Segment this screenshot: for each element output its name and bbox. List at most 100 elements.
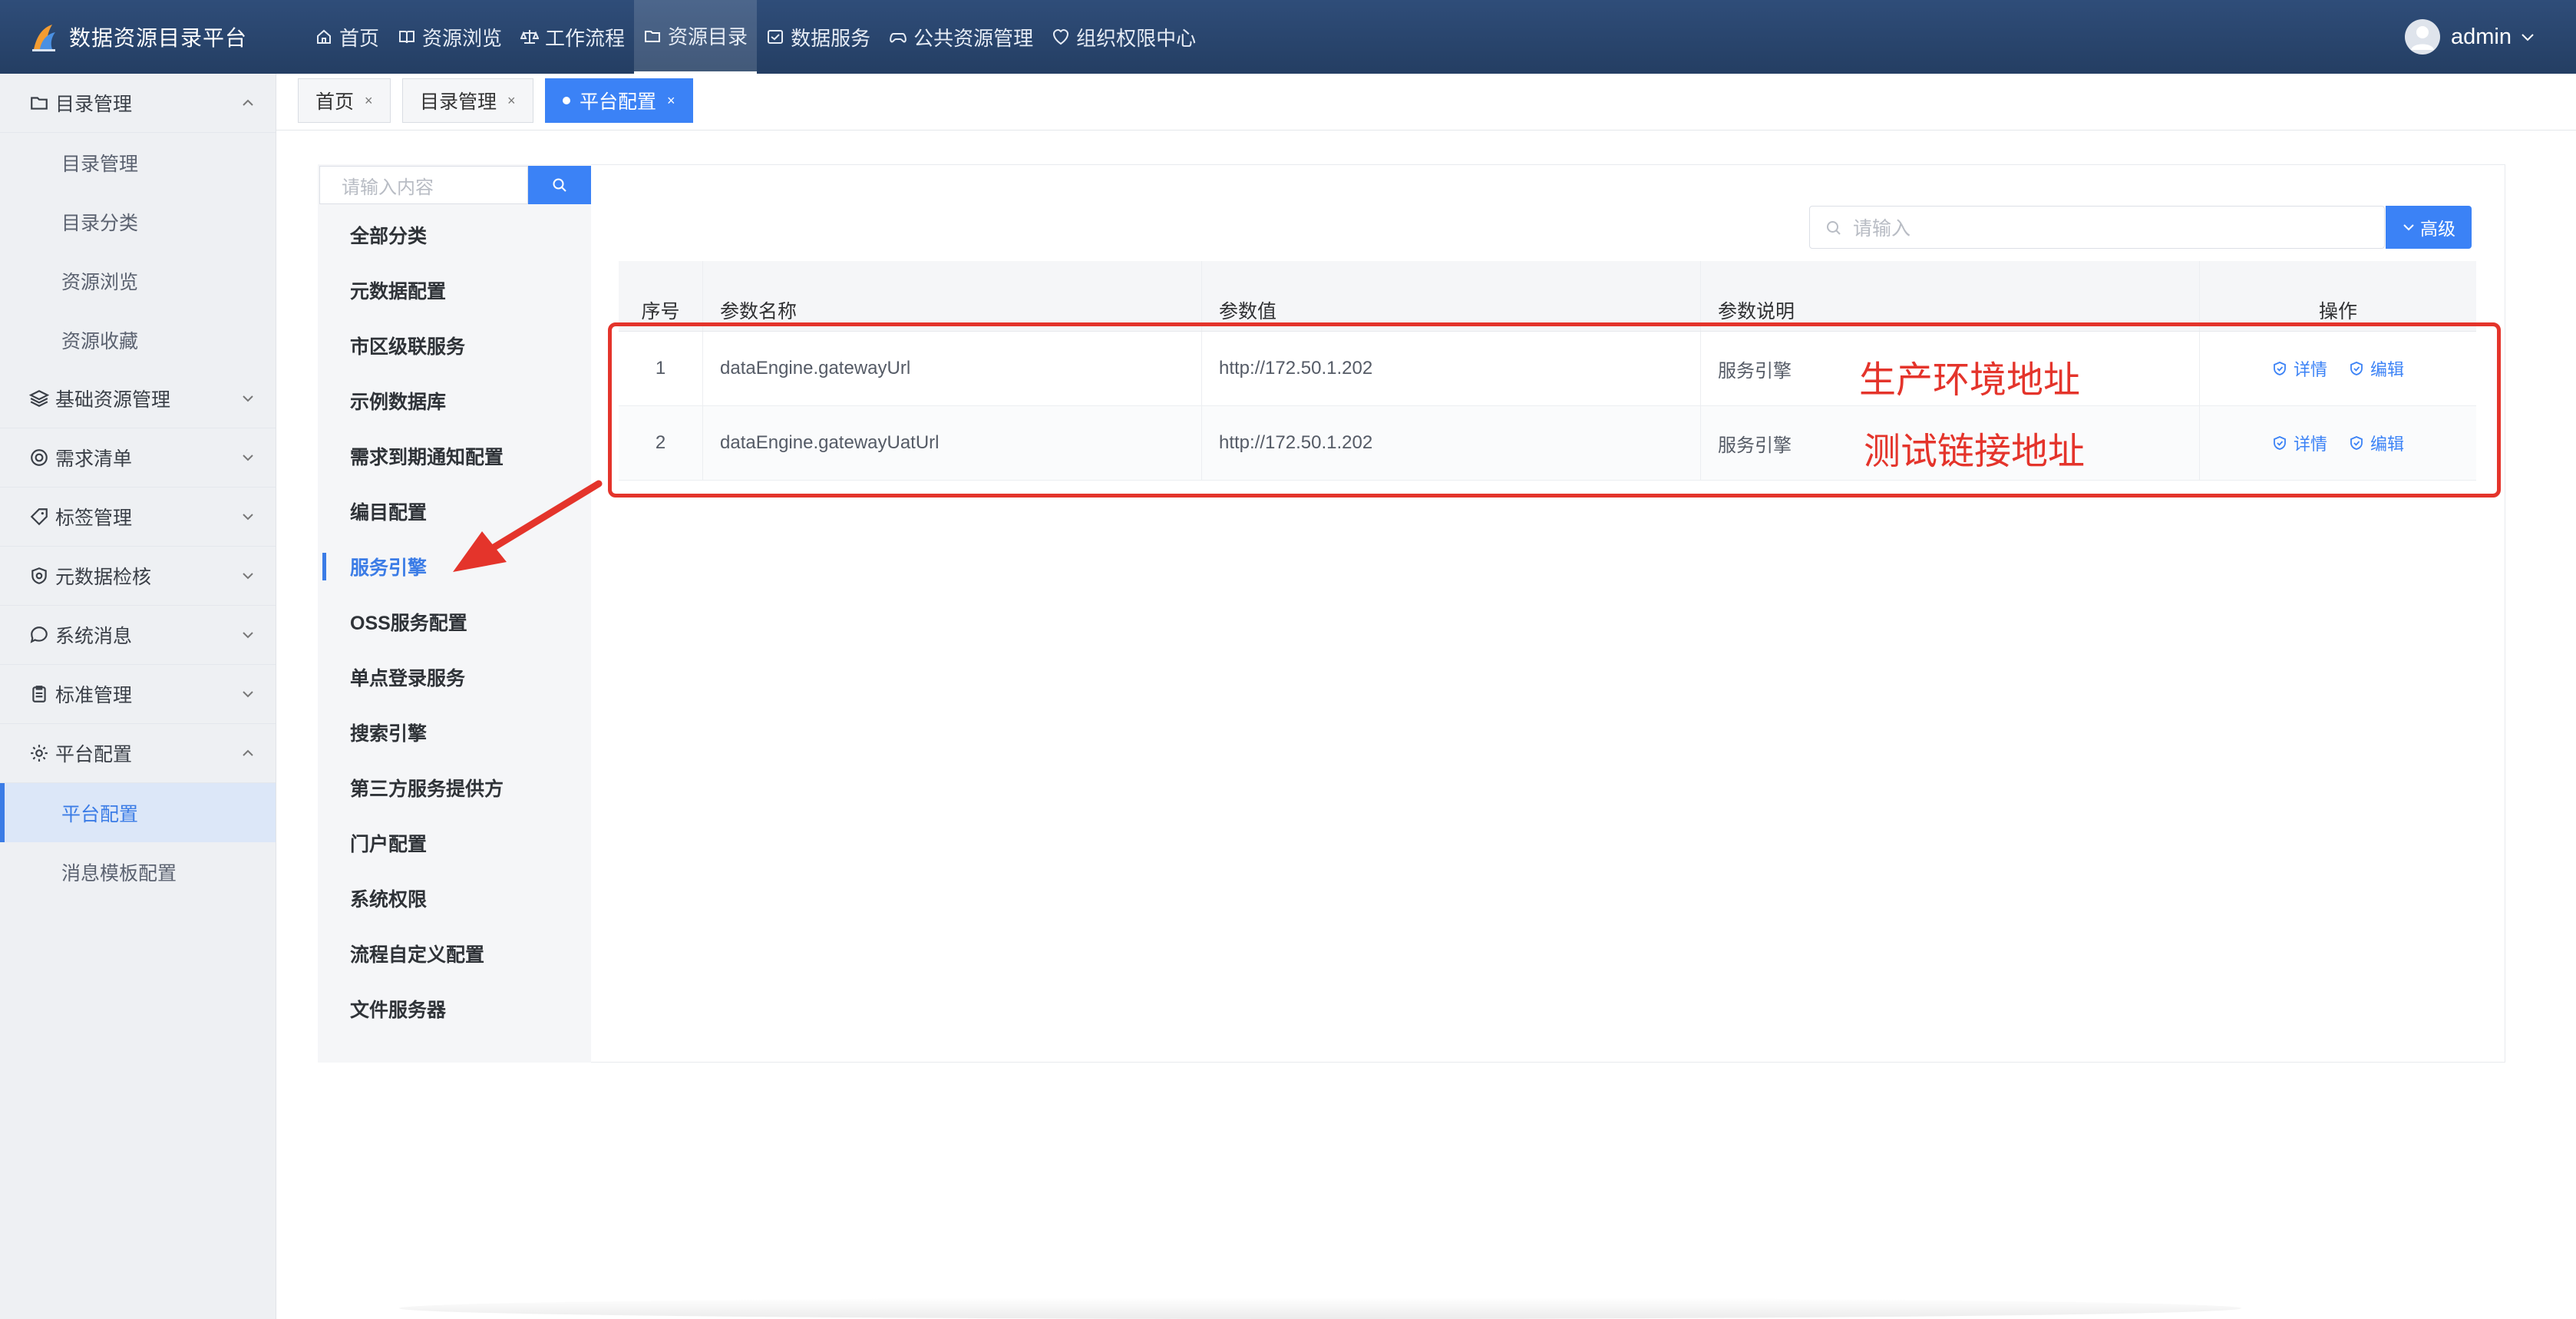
chevron-down-icon bbox=[243, 514, 253, 521]
category-item[interactable]: 元数据配置 bbox=[318, 263, 591, 318]
checkbox-icon bbox=[768, 30, 784, 44]
header-param-value: 参数值 bbox=[1202, 261, 1701, 331]
nav-resource-browse-label: 资源浏览 bbox=[422, 26, 503, 50]
chevron-down-icon bbox=[243, 573, 253, 580]
sidebar-group-tags[interactable]: 标签管理 bbox=[0, 488, 276, 547]
sidebar-group-demand[interactable]: 需求清单 bbox=[0, 428, 276, 488]
sidebar-group-catalog[interactable]: 目录管理 bbox=[0, 74, 276, 133]
search-icon bbox=[1827, 221, 1841, 235]
shield-icon bbox=[31, 567, 47, 584]
sidebar: 目录管理 目录管理 目录分类 资源浏览 资源收藏 基础资源管理 需求清单 标签管… bbox=[0, 74, 276, 1319]
sidebar-item-platform-config[interactable]: 平台配置 bbox=[0, 783, 276, 842]
chevron-down-icon bbox=[2403, 224, 2414, 231]
tab-label: 平台配置 bbox=[580, 91, 657, 113]
category-item[interactable]: 全部分类 bbox=[318, 207, 591, 263]
app-title: 数据资源目录平台 bbox=[69, 26, 248, 50]
advanced-label: 高级 bbox=[2420, 219, 2455, 239]
category-item[interactable]: 文件服务器 bbox=[318, 981, 591, 1036]
nav-workflow[interactable]: 工作流程 bbox=[511, 0, 634, 74]
category-item[interactable]: 市区级联服务 bbox=[318, 318, 591, 373]
gear-icon bbox=[31, 745, 48, 762]
category-item[interactable]: 搜索引擎 bbox=[318, 705, 591, 760]
header-param-desc: 参数说明 bbox=[1701, 261, 2200, 331]
brand[interactable]: 数据资源目录平台 bbox=[0, 0, 292, 74]
category-search-button[interactable] bbox=[528, 166, 591, 204]
category-item[interactable]: 示例数据库 bbox=[318, 373, 591, 428]
scale-icon bbox=[520, 30, 540, 44]
nav-resource-catalog[interactable]: 资源目录 bbox=[634, 0, 758, 74]
chevron-down-icon bbox=[243, 691, 253, 698]
category-item[interactable]: 流程自定义配置 bbox=[318, 926, 591, 981]
tab-label: 首页 bbox=[315, 91, 355, 113]
top-navigation-bar: 数据资源目录平台 首页 资源浏览 工作流程 资源目录 数据服务 公共资源管理 组… bbox=[0, 0, 2576, 74]
nav-org-permission-label: 组织权限中心 bbox=[1076, 26, 1197, 50]
chevron-down-icon bbox=[243, 395, 253, 402]
sidebar-group-label: 平台配置 bbox=[55, 744, 133, 765]
bottom-shadow bbox=[399, 1298, 2241, 1319]
close-icon[interactable]: × bbox=[507, 93, 516, 109]
category-item[interactable]: 门户配置 bbox=[318, 815, 591, 871]
heart-shield-icon bbox=[1053, 28, 1069, 45]
nav-org-permission[interactable]: 组织权限中心 bbox=[1042, 0, 1205, 74]
top-nav: 首页 资源浏览 工作流程 资源目录 数据服务 公共资源管理 组织权限中心 bbox=[305, 0, 1205, 74]
category-item[interactable]: OSS服务配置 bbox=[318, 594, 591, 650]
annotation-label-production: 生产环境地址 bbox=[1859, 359, 2081, 402]
user-avatar-icon bbox=[2411, 26, 2434, 50]
sidebar-group-label: 标签管理 bbox=[55, 507, 133, 529]
chat-bubble-icon bbox=[30, 626, 48, 643]
nav-home[interactable]: 首页 bbox=[305, 0, 388, 74]
header-actions: 操作 bbox=[2318, 300, 2357, 322]
home-icon bbox=[317, 29, 331, 44]
folder-icon bbox=[31, 97, 48, 110]
advanced-search-button[interactable]: 高级 bbox=[2386, 206, 2472, 249]
app-logo-icon bbox=[32, 25, 55, 51]
annotation-label-test: 测试链接地址 bbox=[1864, 430, 2086, 473]
nav-public-resource-label: 公共资源管理 bbox=[913, 26, 1034, 50]
sidebar-item-resource-favorite[interactable]: 资源收藏 bbox=[0, 310, 276, 369]
tab-catalog-manage[interactable]: 目录管理 × bbox=[402, 78, 533, 123]
sidebar-group-standard[interactable]: 标准管理 bbox=[0, 665, 276, 724]
sidebar-group-label: 元数据检核 bbox=[55, 567, 152, 588]
nav-public-resource[interactable]: 公共资源管理 bbox=[880, 0, 1042, 74]
sidebar-item-resource-browse[interactable]: 资源浏览 bbox=[0, 251, 276, 310]
active-dot-icon bbox=[563, 97, 570, 104]
header-index: 序号 bbox=[619, 261, 703, 331]
category-item[interactable]: 系统权限 bbox=[318, 871, 591, 926]
close-icon[interactable]: × bbox=[667, 93, 675, 109]
sidebar-item-message-template[interactable]: 消息模板配置 bbox=[0, 842, 276, 901]
annotation-highlight-box bbox=[608, 322, 2501, 498]
tab-platform-config[interactable]: 平台配置 × bbox=[545, 78, 693, 123]
category-item[interactable]: 单点登录服务 bbox=[318, 650, 591, 705]
category-item[interactable]: 第三方服务提供方 bbox=[318, 760, 591, 815]
folder-icon bbox=[645, 30, 661, 42]
nav-home-label: 首页 bbox=[339, 26, 380, 50]
sidebar-group-label: 需求清单 bbox=[55, 448, 133, 470]
sidebar-group-label: 基础资源管理 bbox=[55, 389, 171, 411]
chevron-down-icon bbox=[243, 455, 253, 461]
tab-home[interactable]: 首页 × bbox=[298, 78, 391, 123]
nav-resource-browse[interactable]: 资源浏览 bbox=[388, 0, 511, 74]
sidebar-group-metadata-check[interactable]: 元数据检核 bbox=[0, 547, 276, 606]
chevron-up-icon bbox=[243, 749, 253, 756]
search-icon bbox=[553, 178, 566, 192]
tag-icon bbox=[30, 508, 48, 526]
category-search-input[interactable]: 请输入内容 bbox=[319, 166, 528, 204]
main-search-input[interactable]: 请输入 bbox=[1809, 206, 2385, 249]
nav-data-service-label: 数据服务 bbox=[791, 26, 871, 50]
sidebar-group-label: 标准管理 bbox=[55, 685, 133, 706]
sidebar-group-base-resource[interactable]: 基础资源管理 bbox=[0, 369, 276, 428]
sidebar-item-catalog-category[interactable]: 目录分类 bbox=[0, 192, 276, 251]
nav-resource-catalog-label: 资源目录 bbox=[668, 25, 748, 48]
sidebar-group-system-message[interactable]: 系统消息 bbox=[0, 606, 276, 665]
main-search-placeholder: 请输入 bbox=[1853, 218, 1911, 240]
user-menu[interactable]: admin bbox=[2405, 0, 2536, 74]
close-icon[interactable]: × bbox=[365, 93, 373, 109]
sidebar-item-catalog-manage[interactable]: 目录管理 bbox=[0, 133, 276, 192]
sidebar-group-platform-config[interactable]: 平台配置 bbox=[0, 724, 276, 783]
chevron-down-icon bbox=[2522, 34, 2534, 41]
chevron-down-icon bbox=[243, 632, 253, 639]
nav-data-service[interactable]: 数据服务 bbox=[757, 0, 880, 74]
tab-label: 目录管理 bbox=[420, 91, 497, 113]
book-icon bbox=[399, 31, 415, 44]
sidebar-group-label: 系统消息 bbox=[55, 626, 133, 647]
